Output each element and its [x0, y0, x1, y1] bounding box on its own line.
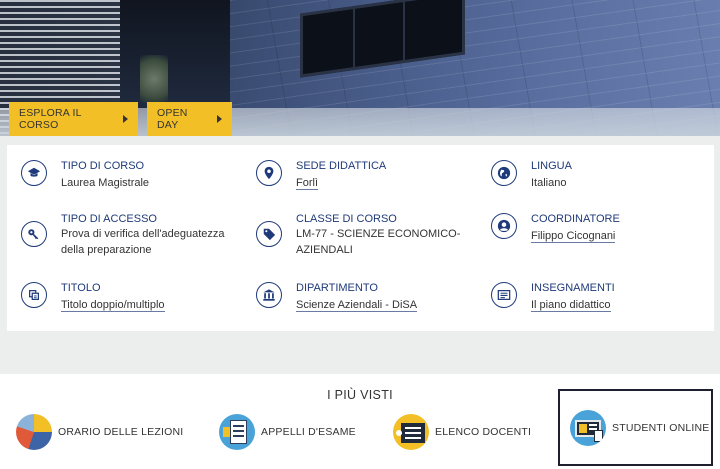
info-label: DIPARTIMENTO: [296, 282, 378, 294]
open-day-button[interactable]: OPEN DAY: [147, 102, 232, 136]
info-label: INSEGNAMENTI: [531, 282, 615, 294]
arrow-right-icon: [217, 115, 222, 123]
info-coordinatore: COORDINATORE Filippo Cicognani: [491, 212, 620, 244]
info-dipartimento: DIPARTIMENTO Scienze Aziendali - DiSA: [256, 281, 418, 313]
pie-chart-icon: [16, 414, 52, 450]
appelli-d-esame-link[interactable]: APPELLI D'ESAME: [219, 408, 356, 456]
studenti-online-link[interactable]: STUDENTI ONLINE: [558, 389, 713, 466]
info-value: della preparazione: [61, 244, 152, 256]
info-label: CLASSE DI CORSO: [296, 213, 397, 225]
info-value: Laurea Magistrale: [61, 177, 150, 189]
insegnamenti-link[interactable]: Il piano didattico: [531, 299, 611, 312]
institution-icon: [256, 282, 282, 308]
exam-form-icon: [219, 414, 255, 450]
titolo-link[interactable]: Titolo doppio/multiplo: [61, 299, 165, 312]
info-label: COORDINATORE: [531, 213, 620, 225]
orario-delle-lezioni-link[interactable]: ORARIO DELLE LEZIONI: [16, 408, 183, 456]
info-value: LM-77 - SCIENZE ECONOMICO-: [296, 228, 461, 240]
user-icon: [491, 213, 517, 239]
graduation-cap-icon: [21, 160, 47, 186]
info-tipo-di-corso: TIPO DI CORSO Laurea Magistrale: [21, 159, 149, 191]
info-value: AZIENDALI: [296, 244, 353, 256]
most-viewed-section: I PIÙ VISTI ORARIO DELLE LEZIONI APPELLI…: [0, 374, 720, 469]
info-value: Italiano: [531, 177, 567, 189]
tag-icon: [256, 221, 282, 247]
info-sede-didattica: SEDE DIDATTICA Forlì: [256, 159, 386, 191]
esplora-il-corso-button[interactable]: ESPLORA IL CORSO: [9, 102, 138, 136]
info-insegnamenti: INSEGNAMENTI Il piano didattico: [491, 281, 615, 313]
info-value: Prova di verifica dell'adeguatezza: [61, 228, 225, 240]
arrow-right-icon: [123, 115, 128, 123]
esplora-il-corso-label: ESPLORA IL CORSO: [19, 107, 82, 131]
open-day-label: OPEN DAY: [157, 107, 188, 131]
info-classe-di-corso: CLASSE DI CORSO LM-77 - SCIENZE ECONOMIC…: [256, 212, 460, 258]
info-label: LINGUA: [531, 160, 572, 172]
visti-label: APPELLI D'ESAME: [261, 426, 356, 438]
coordinatore-link[interactable]: Filippo Cicognani: [531, 230, 616, 243]
info-tipo-di-accesso: TIPO DI ACCESSO Prova di verifica dell'a…: [21, 212, 225, 258]
globe-icon: [491, 160, 517, 186]
visti-label: ORARIO DELLE LEZIONI: [58, 426, 184, 438]
elenco-docenti-link[interactable]: ELENCO DOCENTI: [393, 408, 531, 456]
diploma-icon: [21, 282, 47, 308]
info-label: TITOLO: [61, 282, 101, 294]
students-online-icon: [570, 409, 606, 446]
course-info-card: TIPO DI CORSO Laurea Magistrale SEDE DID…: [7, 145, 714, 331]
info-titolo: TITOLO Titolo doppio/multiplo: [21, 281, 165, 313]
visti-label: STUDENTI ONLINE: [612, 421, 710, 434]
info-label: TIPO DI CORSO: [61, 160, 145, 172]
info-lingua: LINGUA Italiano: [491, 159, 572, 191]
info-label: TIPO DI ACCESSO: [61, 213, 157, 225]
teachers-list-icon: [393, 414, 429, 450]
visti-label: ELENCO DOCENTI: [435, 426, 532, 438]
sede-didattica-link[interactable]: Forlì: [296, 177, 318, 190]
info-label: SEDE DIDATTICA: [296, 160, 387, 172]
key-icon: [21, 221, 47, 247]
map-pin-icon: [256, 160, 282, 186]
dipartimento-link[interactable]: Scienze Aziendali - DiSA: [296, 299, 418, 312]
list-card-icon: [491, 282, 517, 308]
